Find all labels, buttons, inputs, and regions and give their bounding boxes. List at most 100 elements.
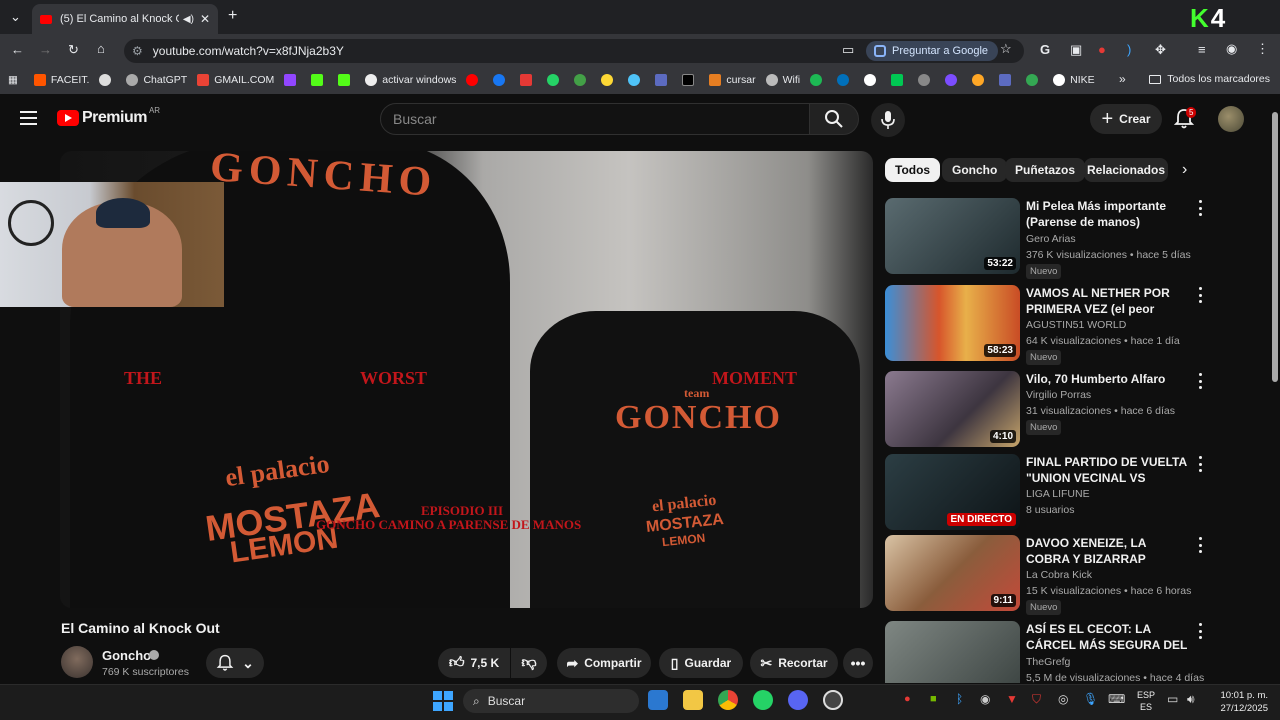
chip-todos[interactable]: Todos	[885, 158, 941, 182]
extension-icon[interactable]: ▣	[1070, 42, 1082, 58]
home-icon[interactable]: ⌂	[97, 41, 105, 56]
whatsapp-icon[interactable]	[753, 690, 773, 710]
subscription-bell-button[interactable]: ⌄	[206, 648, 264, 678]
youtube-premium-logo[interactable]: Premium AR	[57, 106, 160, 127]
bookmark-green[interactable]	[574, 74, 591, 86]
browser-menu-icon[interactable]: ⋮	[1256, 41, 1269, 57]
bookmark-spotify[interactable]	[810, 74, 827, 86]
recommendation-item[interactable]: ASÍ ES EL CECOT: LA CÁRCEL MÁS SEGURA DE…	[885, 621, 1205, 683]
more-vertical-icon[interactable]	[1195, 456, 1205, 472]
bookmark-drive[interactable]	[1026, 74, 1043, 86]
search-input[interactable]: Buscar	[380, 103, 810, 135]
bookmark-cursar[interactable]: cursar	[709, 74, 756, 86]
extension-blue-icon[interactable]: )	[1127, 42, 1131, 57]
recommendation-channel[interactable]: TheGrefg	[1026, 656, 1070, 668]
chip-relacionados[interactable]: Relacionados	[1084, 158, 1168, 182]
bookmark-star-icon[interactable]: ☆	[1000, 41, 1012, 57]
more-actions-button[interactable]: •••	[843, 648, 873, 678]
store-icon[interactable]	[648, 690, 668, 710]
recommendation-item[interactable]: 9:11 DAVOO XENEIZE, LA COBRA Y BIZARRAP …	[885, 535, 1205, 615]
tray-red-icon[interactable]: ●	[904, 693, 911, 705]
scrollbar-thumb[interactable]	[1272, 112, 1278, 382]
bookmark-board[interactable]	[655, 74, 672, 86]
nvidia-icon[interactable]: ■	[930, 693, 937, 705]
ask-google-button[interactable]: Preguntar a Google	[866, 41, 999, 61]
bookmark-green-2[interactable]	[891, 74, 908, 86]
recommendation-title[interactable]: Vilo, 70 Humberto Alfaro	[1026, 371, 1191, 387]
dislike-button[interactable]: 👎︎	[511, 648, 547, 678]
forward-icon[interactable]: →	[39, 42, 52, 57]
bookmark-yellow[interactable]	[601, 74, 618, 86]
tray-shield-icon[interactable]: ⛉	[1032, 692, 1041, 707]
video-thumbnail[interactable]: 58:23	[885, 285, 1020, 361]
recommendation-title[interactable]: VAMOS AL NETHER POR PRIMERA VEZ (el peor…	[1026, 285, 1191, 317]
more-vertical-icon[interactable]	[1195, 200, 1205, 216]
more-vertical-icon[interactable]	[1195, 287, 1205, 303]
bookmark-lines[interactable]	[999, 74, 1016, 86]
bookmark-twitch[interactable]	[284, 74, 301, 86]
keyboard-icon[interactable]: ⌨	[1108, 692, 1125, 706]
bookmark-gmail[interactable]: GMAIL.COM	[197, 74, 274, 86]
chevron-right-icon[interactable]: ›	[1182, 161, 1187, 179]
reload-icon[interactable]: ↻	[68, 42, 79, 58]
recommendation-title[interactable]: Mi Pelea Más importante (Parense de mano…	[1026, 198, 1191, 230]
system-clock[interactable]: 10:01 p. m. 27/12/2025	[1210, 689, 1268, 715]
recommendation-item[interactable]: 4:10 Vilo, 70 Humberto Alfaro Virgilio P…	[885, 371, 1205, 449]
bookmark-shield[interactable]	[520, 74, 537, 86]
bluetooth-icon[interactable]: ᛒ	[956, 692, 963, 706]
bookmark-faceit[interactable]: FACEIT.	[33, 74, 89, 86]
tray-circle-icon[interactable]: ◎	[1058, 692, 1068, 706]
recommendation-channel[interactable]: Virgilio Porras	[1026, 389, 1091, 401]
bookmark-extension[interactable]	[99, 74, 116, 86]
bookmark-gray[interactable]	[918, 74, 935, 86]
browser-tab[interactable]: (5) El Camino al Knock Out ◀) ✕	[32, 4, 218, 34]
tab-search-icon[interactable]: ⌄	[10, 9, 21, 25]
bookmark-activar-windows[interactable]: activar windows	[365, 74, 456, 86]
bookmark-wifi[interactable]: Wifi	[765, 74, 800, 86]
more-bookmarks-icon[interactable]: »	[1119, 72, 1126, 86]
recommendation-channel[interactable]: La Cobra Kick	[1026, 569, 1092, 581]
extension-red-icon[interactable]: ●	[1098, 42, 1106, 57]
share-button[interactable]: ➦ Compartir	[557, 648, 651, 678]
media-control-icon[interactable]: ≡	[1198, 42, 1206, 57]
create-button[interactable]: + Crear	[1090, 104, 1162, 134]
bookmark-x[interactable]	[682, 74, 699, 86]
search-button[interactable]	[809, 103, 859, 135]
bookmark-orange[interactable]	[972, 74, 989, 86]
recommendation-item[interactable]: 53:22 Mi Pelea Más importante (Parense d…	[885, 198, 1205, 279]
network-icon[interactable]: ▭	[1167, 692, 1178, 706]
chrome-icon[interactable]	[718, 690, 738, 710]
video-thumbnail[interactable]	[885, 621, 1020, 683]
channel-avatar[interactable]	[61, 646, 93, 678]
hamburger-menu-icon[interactable]	[20, 111, 37, 125]
tray-mic-icon[interactable]: 🎙︎	[1083, 692, 1098, 706]
bookmark-nike[interactable]: NIKE	[1053, 74, 1095, 86]
channel-name[interactable]: Goncho	[102, 648, 151, 663]
audio-playing-icon[interactable]: ◀)	[183, 14, 194, 25]
tray-download-icon[interactable]: ▼	[1006, 692, 1018, 706]
bookmark-chatgpt[interactable]: ChatGPT	[126, 74, 187, 86]
chip-punetazos[interactable]: Puñetazos	[1005, 158, 1086, 182]
account-avatar[interactable]	[1218, 106, 1244, 132]
language-indicator[interactable]: ESP ES	[1137, 689, 1155, 713]
voice-search-button[interactable]	[871, 103, 905, 137]
all-bookmarks-button[interactable]: Todos los marcadores	[1149, 73, 1270, 85]
bookmark-whatsapp[interactable]	[547, 74, 564, 86]
more-vertical-icon[interactable]	[1195, 537, 1205, 553]
bookmark-youtube[interactable]	[466, 74, 483, 86]
video-thumbnail[interactable]: EN DIRECTO	[885, 454, 1020, 530]
recommendation-title[interactable]: ASÍ ES EL CECOT: LA CÁRCEL MÁS SEGURA DE…	[1026, 621, 1191, 653]
close-tab-icon[interactable]: ✕	[200, 12, 210, 26]
video-thumbnail[interactable]: 53:22	[885, 198, 1020, 274]
steam-icon[interactable]: ◉	[980, 692, 990, 706]
recommendation-title[interactable]: DAVOO XENEIZE, LA COBRA Y BIZARRAP CHARL…	[1026, 535, 1191, 567]
site-info-icon[interactable]: ⚙	[132, 44, 143, 58]
recommendation-channel[interactable]: Gero Arias	[1026, 233, 1076, 245]
save-button[interactable]: ▯ Guardar	[659, 648, 743, 678]
video-thumbnail[interactable]: 4:10	[885, 371, 1020, 447]
bookmark-purple[interactable]	[945, 74, 962, 86]
notifications-button[interactable]: 5	[1173, 107, 1198, 132]
profile-icon[interactable]: ◉	[1226, 41, 1237, 57]
bookmark-facebook[interactable]	[493, 74, 510, 86]
extensions-puzzle-icon[interactable]: ✥	[1155, 42, 1166, 58]
